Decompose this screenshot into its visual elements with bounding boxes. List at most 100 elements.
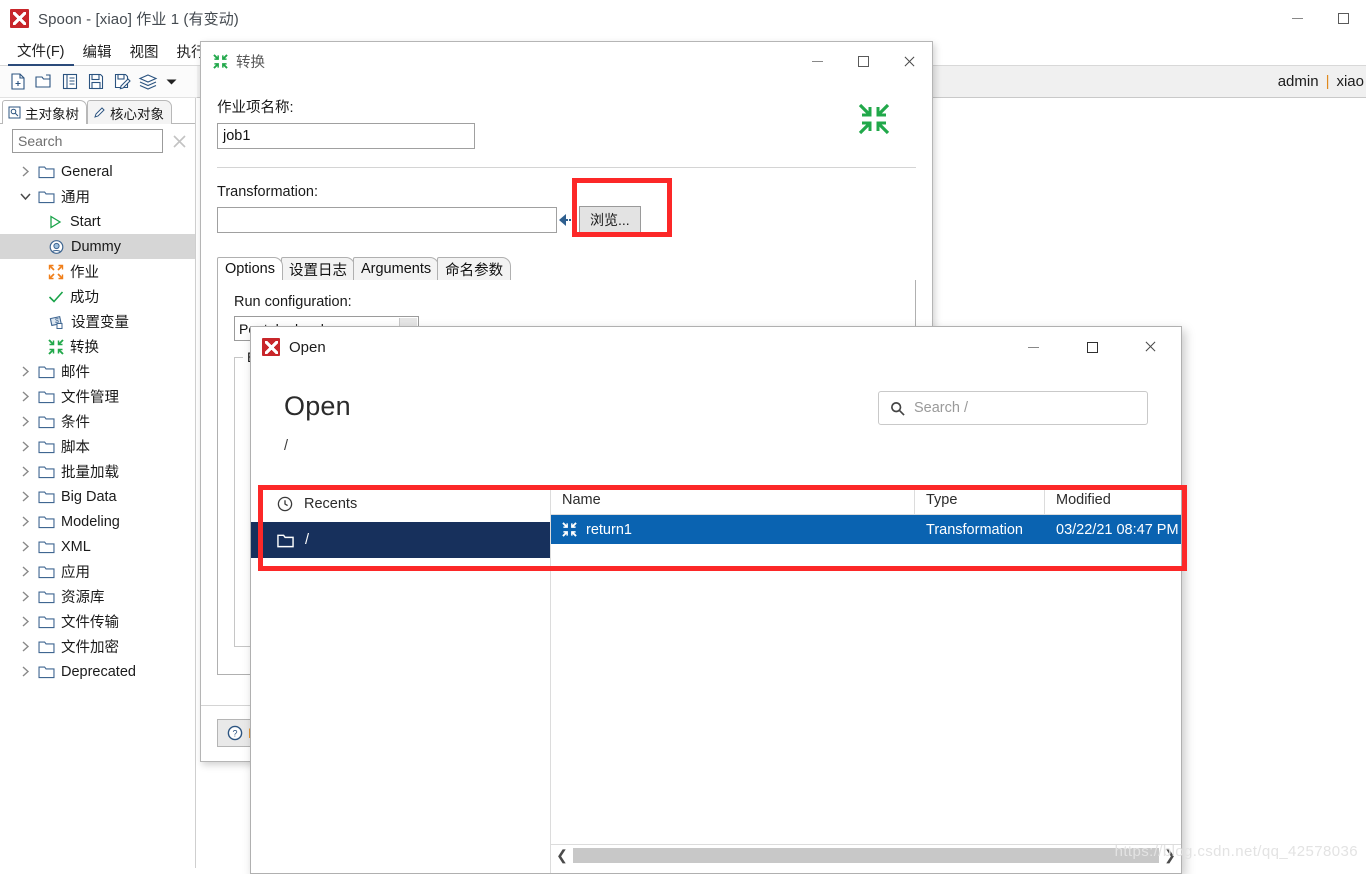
tree-node[interactable]: 作业 [0,259,195,284]
save-as-icon[interactable] [110,70,134,94]
folder-icon [38,390,55,404]
tree-node-label: 批量加载 [61,465,119,481]
tab-arguments[interactable]: Arguments [352,257,440,280]
spoon-logo-icon [262,338,280,356]
tree-node[interactable]: 批量加载 [0,459,195,484]
chevron-right-icon[interactable] [18,491,32,502]
tree-node[interactable]: Modeling [0,509,195,534]
tab-named-parameters[interactable]: 命名参数 [437,257,512,280]
chevron-right-icon[interactable] [18,441,32,452]
open-folder-icon[interactable] [32,70,56,94]
search-input[interactable]: Search [12,129,163,153]
menu-edit[interactable]: 编辑 [74,38,121,65]
tree-node-label: 邮件 [61,365,90,381]
open-close-button[interactable] [1122,327,1181,367]
tree-node[interactable]: Big Data [0,484,195,509]
chevron-right-icon[interactable] [18,641,32,652]
folder-icon [38,465,55,479]
layers-icon[interactable] [136,70,160,94]
horizontal-scrollbar[interactable]: ❮ ❯ [551,844,1181,865]
tab-main-object-tree[interactable]: 主对象树 [2,100,87,124]
tree-node[interactable]: 条件 [0,409,195,434]
table-row[interactable]: return1 Transformation 03/22/21 08:47 PM [551,515,1181,544]
run-configuration-label: Run configuration: [234,294,352,310]
save-icon[interactable] [84,70,108,94]
transformation-close-button[interactable] [886,42,932,80]
tree-node[interactable]: 成功 [0,284,195,309]
menu-view[interactable]: 视图 [121,38,168,65]
new-file-icon[interactable] [6,70,30,94]
minimize-button[interactable] [1274,0,1320,37]
variable-arrow-icon [559,213,566,226]
place-recents-label: Recents [304,496,358,512]
tab-options[interactable]: Options [217,257,283,280]
chevron-down-icon[interactable] [162,70,180,94]
tab-log-settings[interactable]: 设置日志 [280,257,355,280]
transformation-maximize-button[interactable] [840,42,886,80]
list-icon[interactable] [58,70,82,94]
chevron-right-icon[interactable] [18,466,32,477]
chevron-right-icon[interactable] [18,616,32,627]
tree-node[interactable]: $ 设置变量 [0,309,195,334]
minimize-icon [1028,346,1039,348]
chevron-right-icon[interactable] [18,541,32,552]
column-header-type[interactable]: Type [915,486,1045,514]
tree-node-label: 条件 [61,415,90,431]
open-search-input[interactable]: Search / [878,391,1148,425]
chevron-right-icon[interactable] [18,591,32,602]
chevron-right-icon[interactable] [18,166,32,177]
chevron-right-icon[interactable] [18,516,32,527]
file-name-text: return1 [586,521,632,538]
tree-node[interactable]: 邮件 [0,359,195,384]
transformation-minimize-button[interactable] [794,42,840,80]
document-icon [8,106,21,119]
place-root[interactable]: / [251,522,550,558]
folder-icon [277,534,294,547]
open-maximize-button[interactable] [1063,327,1122,367]
tree-node[interactable]: General [0,159,195,184]
tree-node[interactable]: 应用 [0,559,195,584]
divider [217,167,916,168]
open-heading: Open [284,391,351,421]
chevron-right-icon[interactable] [18,391,32,402]
chevron-right-icon[interactable] [18,366,32,377]
tree-node[interactable]: 文件传输 [0,609,195,634]
menu-file[interactable]: 文件(F) [8,37,74,66]
minimize-icon [811,60,823,62]
tree-node[interactable]: XML [0,534,195,559]
tree-node-label: Start [70,213,101,230]
tree-node[interactable]: 脚本 [0,434,195,459]
chevron-right-icon[interactable] [18,666,32,677]
search-icon [891,401,905,416]
chevron-left-icon[interactable]: ❮ [551,847,573,864]
chevron-right-icon[interactable] [18,416,32,427]
tab-core-objects[interactable]: 核心对象 [87,100,172,124]
tree-node[interactable]: Deprecated [0,659,195,684]
explorer-search-row: Search [0,124,195,157]
tree-node[interactable]: 资源库 [0,584,195,609]
column-header-name[interactable]: Name [551,486,915,514]
tree-node[interactable]: 通用 [0,184,195,209]
tree-node[interactable]: 文件管理 [0,384,195,409]
tree-node[interactable]: 文件加密 [0,634,195,659]
column-header-modified[interactable]: Modified [1045,486,1181,514]
maximize-button[interactable] [1320,0,1366,37]
chevron-down-icon[interactable] [18,192,32,201]
tree-node-label: 脚本 [61,440,90,456]
chevron-right-icon[interactable] [18,566,32,577]
job-name-input[interactable]: job1 [217,123,475,149]
transformation-path-input[interactable] [217,206,557,233]
place-recents[interactable]: Recents [251,486,550,522]
clear-x-icon[interactable] [169,134,189,149]
browse-button[interactable]: 浏览... [579,206,641,233]
scrollbar-thumb[interactable] [573,847,1159,863]
open-minimize-button[interactable] [1004,327,1063,367]
watermark: https://blog.csdn.net/qq_42578036 [1114,843,1358,860]
tree-node[interactable]: Start [0,209,195,234]
play-icon [48,214,64,229]
spoon-logo-icon [10,9,29,28]
file-list-body: ❮ ❯ [551,544,1181,873]
tree-node[interactable]: 转换 [0,334,195,359]
folder-icon [38,640,55,654]
tree-node[interactable]: Dummy [0,234,195,259]
